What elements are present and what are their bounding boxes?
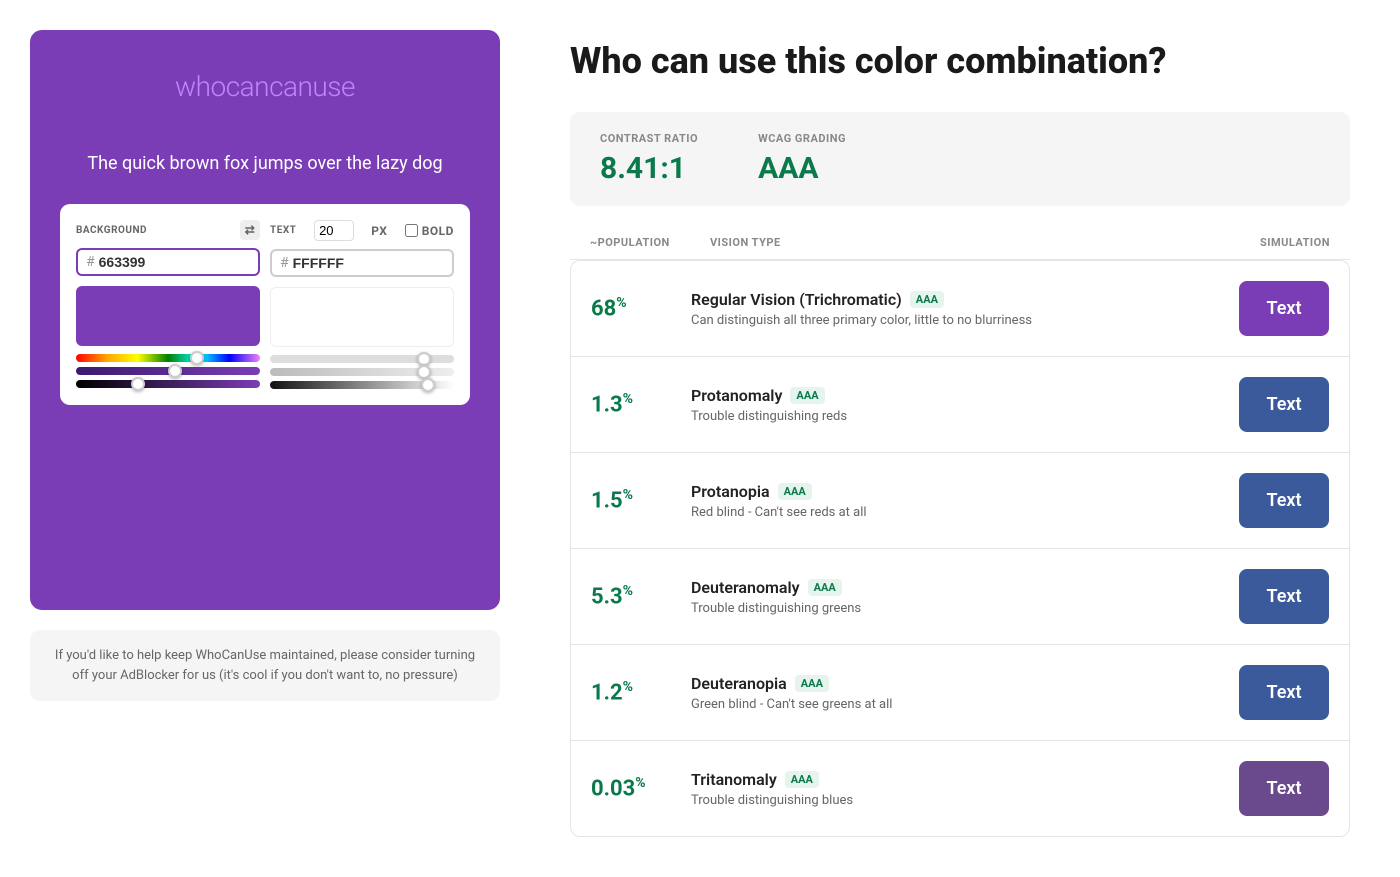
vision-description: Trouble distinguishing reds [691,409,1239,424]
text-hash: # [280,255,289,271]
population-percentage: 1.5% [591,487,691,513]
vision-description: Can distinguish all three primary color,… [691,313,1239,328]
aaa-badge: AAA [808,579,842,596]
pct-superscript: % [616,295,626,311]
logo-who: who [175,70,226,103]
color-controls-widget: BACKGROUND ⇄ # [60,204,470,405]
vision-description: Trouble distinguishing greens [691,601,1239,616]
background-hex-wrap[interactable]: # [76,248,260,276]
population-percentage: 0.03% [591,775,691,801]
text-label-row: TEXT PX BOLD [270,220,454,241]
text-light-slider[interactable] [270,381,454,389]
population-percentage: 1.2% [591,679,691,705]
simulation-button[interactable]: Text [1239,761,1329,816]
contrast-ratio-stat: CONTRAST RATIO 8.41:1 [600,132,698,186]
stats-bar: CONTRAST RATIO 8.41:1 WCAG GRADING AAA [570,112,1350,206]
vision-row: 68% Regular Vision (Trichromatic) AAA Ca… [571,261,1349,357]
background-label: BACKGROUND ⇄ [76,220,260,240]
simulation-button[interactable]: Text [1239,665,1329,720]
bg-hash: # [86,254,95,270]
swap-button[interactable]: ⇄ [240,220,260,240]
vision-row: 1.2% Deuteranopia AAA Green blind - Can'… [571,645,1349,741]
table-header: ~POPULATION VISION TYPE SIMULATION [570,236,1350,260]
vision-description: Green blind - Can't see greens at all [691,697,1239,712]
aaa-badge: AAA [795,675,829,692]
aaa-badge: AAA [790,387,824,404]
vision-table: 68% Regular Vision (Trichromatic) AAA Ca… [570,260,1350,837]
font-size-input[interactable] [314,220,354,241]
left-panel: whocancanuse The quick brown fox jumps o… [0,0,530,877]
aaa-badge: AAA [785,771,819,788]
population-header: ~POPULATION [590,236,710,249]
simulation-header: SIMULATION [1210,236,1330,249]
text-hue-slider[interactable] [270,355,454,363]
vision-info: Protanopia AAA Red blind - Can't see red… [691,482,1239,520]
vision-row: 1.3% Protanomaly AAA Trouble distinguish… [571,357,1349,453]
simulation-button[interactable]: Text [1239,473,1329,528]
vision-name: Deuteranomaly AAA [691,578,1239,597]
lightness-slider-track[interactable] [76,380,260,388]
right-panel: Who can use this color combination? CONT… [530,0,1400,877]
pct-superscript: % [623,583,633,599]
vision-type-header: VISION TYPE [710,236,1210,249]
pct-superscript: % [623,391,633,407]
logo: whocancanuse [175,70,355,103]
vision-info: Deuteranopia AAA Green blind - Can't see… [691,674,1239,712]
aaa-badge: AAA [910,291,944,308]
vision-row: 0.03% Tritanomaly AAA Trouble distinguis… [571,741,1349,836]
text-hex-input[interactable] [293,255,444,271]
adblock-notice: If you'd like to help keep WhoCanUse mai… [30,630,500,701]
contrast-ratio-value: 8.41:1 [600,151,698,186]
preview-box: whocancanuse The quick brown fox jumps o… [30,30,500,610]
wcag-value: AAA [758,151,846,186]
wcag-stat: WCAG GRADING AAA [758,132,846,186]
contrast-ratio-label: CONTRAST RATIO [600,132,698,145]
vision-row: 5.3% Deuteranomaly AAA Trouble distingui… [571,549,1349,645]
text-control: TEXT PX BOLD # [270,220,454,389]
vision-info: Tritanomaly AAA Trouble distinguishing b… [691,770,1239,808]
aaa-badge: AAA [778,483,812,500]
vision-name: Deuteranopia AAA [691,674,1239,693]
vision-name: Protanopia AAA [691,482,1239,501]
preview-sample-text: The quick brown fox jumps over the lazy … [87,153,442,174]
population-percentage: 5.3% [591,583,691,609]
saturation-slider-track[interactable] [76,367,260,375]
simulation-button[interactable]: Text [1239,281,1329,336]
text-hex-wrap[interactable]: # [270,249,454,277]
pct-superscript: % [623,487,633,503]
vision-info: Regular Vision (Trichromatic) AAA Can di… [691,290,1239,328]
vision-name: Tritanomaly AAA [691,770,1239,789]
vision-row: 1.5% Protanopia AAA Red blind - Can't se… [571,453,1349,549]
population-percentage: 68% [591,295,691,321]
vision-info: Protanomaly AAA Trouble distinguishing r… [691,386,1239,424]
size-unit: PX [371,224,387,238]
page-title: Who can use this color combination? [570,40,1350,82]
vision-name: Regular Vision (Trichromatic) AAA [691,290,1239,309]
background-sliders [76,354,260,388]
vision-name: Protanomaly AAA [691,386,1239,405]
simulation-button[interactable]: Text [1239,569,1329,624]
simulation-button[interactable]: Text [1239,377,1329,432]
pct-superscript: % [635,775,645,791]
logo-use: canuse [269,70,355,103]
text-swatch [270,287,454,347]
background-swatch [76,286,260,346]
pct-superscript: % [623,679,633,695]
vision-description: Trouble distinguishing blues [691,793,1239,808]
vision-info: Deuteranomaly AAA Trouble distinguishing… [691,578,1239,616]
logo-can: can [226,70,269,103]
population-percentage: 1.3% [591,391,691,417]
vision-description: Red blind - Can't see reds at all [691,505,1239,520]
wcag-label: WCAG GRADING [758,132,846,145]
background-control: BACKGROUND ⇄ # [76,220,260,389]
text-sliders [270,355,454,389]
bold-checkbox[interactable] [405,224,418,237]
text-sat-slider[interactable] [270,368,454,376]
background-hex-input[interactable] [99,254,250,270]
bold-checkbox-label[interactable]: BOLD [405,224,454,238]
hue-slider-track[interactable] [76,354,260,362]
